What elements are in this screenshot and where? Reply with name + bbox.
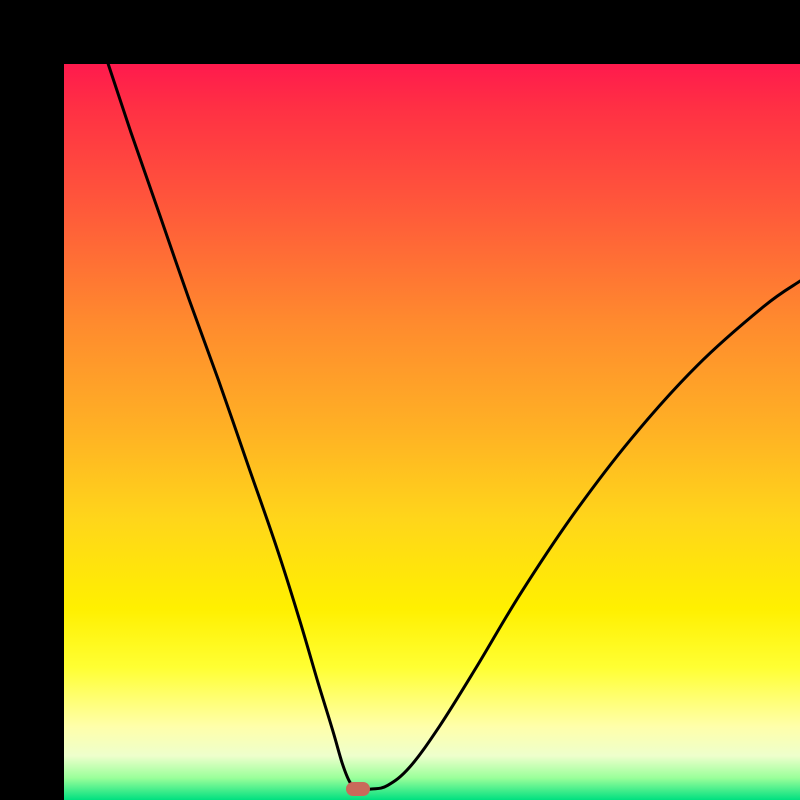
- chart-plot-area: [64, 64, 800, 800]
- chart-frame: [0, 0, 800, 800]
- chart-curve-svg: [64, 64, 800, 800]
- bottleneck-curve-path: [108, 64, 800, 790]
- chart-min-marker: [346, 782, 370, 796]
